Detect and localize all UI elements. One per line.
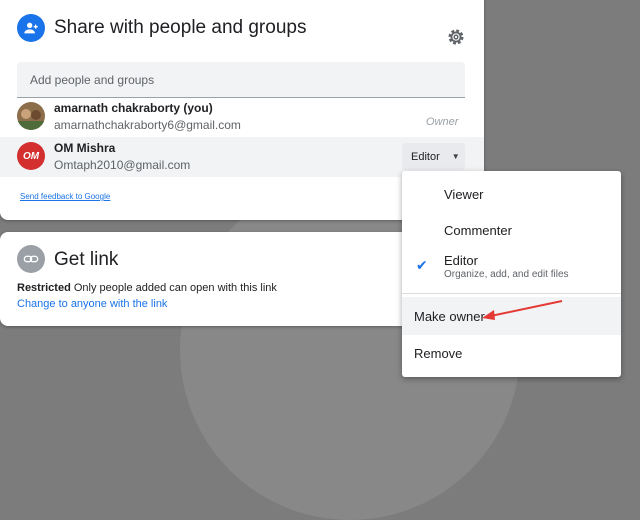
check-icon: ✔ [416,257,428,273]
role-menu: Viewer Commenter ✔ Editor Organize, add,… [402,171,621,377]
menu-item-viewer[interactable]: Viewer [402,171,621,211]
menu-item-description: Organize, add, and edit files [444,269,569,280]
menu-item-label: Commenter [444,223,512,238]
person-email: Omtaph2010@gmail.com [54,158,191,172]
avatar [17,102,45,130]
change-access-link[interactable]: Change to anyone with the link [17,298,167,310]
menu-item-label: Remove [414,346,463,361]
owner-role-label: Owner [426,116,459,128]
avatar-initials: OM [22,150,40,162]
link-icon [17,245,45,273]
link-restriction: Restricted Only people added can open wi… [17,282,277,294]
restriction-description: Only people added can open with this lin… [73,282,277,294]
gear-icon[interactable] [445,26,467,48]
restriction-label: Restricted [17,282,71,294]
person-email: amarnathchakraborty6@gmail.com [54,118,241,132]
share-title: Share with people and groups [54,17,307,38]
role-dropdown-label: Editor [411,150,440,163]
menu-item-remove[interactable]: Remove [402,335,621,373]
menu-item-label: Viewer [444,187,484,202]
get-link-title: Get link [54,249,119,270]
menu-item-label: Editor [444,253,478,268]
role-dropdown-button[interactable]: Editor ▼ [402,143,465,170]
menu-item-editor[interactable]: ✔ Editor Organize, add, and edit files [402,247,621,293]
person-name: amarnath chakraborty (you) [54,101,213,115]
caret-down-icon: ▼ [451,152,460,161]
add-person-icon [17,14,45,42]
send-feedback-link[interactable]: Send feedback to Google [20,192,110,201]
menu-divider [402,293,621,294]
annotation-arrow [482,300,563,320]
person-name: OM Mishra [54,141,116,155]
avatar: OM [17,142,45,170]
add-people-input[interactable] [17,62,465,98]
menu-item-commenter[interactable]: Commenter [402,211,621,247]
